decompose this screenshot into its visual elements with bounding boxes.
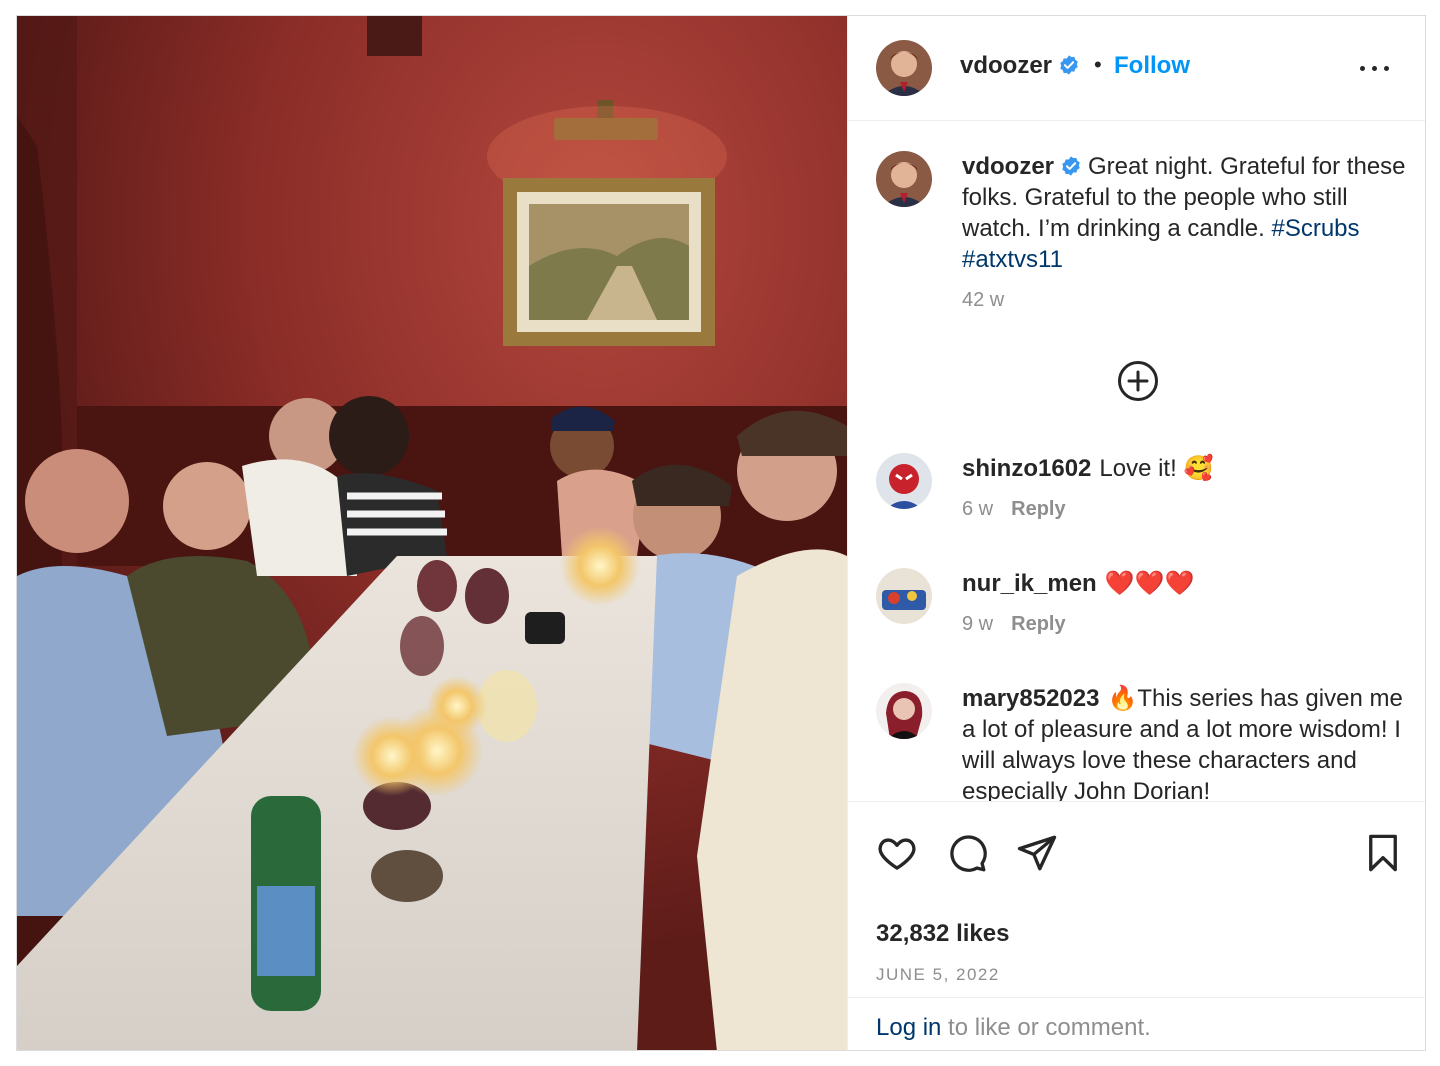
author-avatar[interactable] [876,40,932,96]
post-actions: 32,832 likes JUNE 5, 2022 Log in to like… [848,801,1425,1050]
more-options-icon[interactable] [1357,56,1393,80]
comment-age: 9 w [962,613,994,635]
commenter-avatar[interactable] [876,568,932,624]
paper-plane-icon[interactable] [1016,832,1058,874]
header-separator: • [1094,52,1102,77]
bookmark-icon[interactable] [1362,832,1404,874]
reply-button[interactable]: Reply [1011,613,1065,635]
likes-count[interactable]: 32,832 likes [876,920,1009,948]
post-side-panel: vdoozer • Follow vdoozer Great night. Gr… [847,16,1425,1050]
commenter-avatar[interactable] [876,683,932,739]
verified-badge-icon [1058,54,1080,76]
commenter-username[interactable]: nur_ik_men [962,570,1097,597]
comment-age: 6 w [962,498,994,520]
comment-meta: 9 w Reply [962,613,1406,635]
comments-list[interactable]: vdoozer Great night. Grateful for these … [848,121,1425,801]
author-username[interactable]: vdoozer [960,52,1052,79]
caption-body: vdoozer Great night. Grateful for these … [962,151,1406,311]
post-header: vdoozer • Follow [848,16,1425,121]
login-link[interactable]: Log in [876,1014,941,1041]
caption-author-avatar[interactable] [876,151,932,207]
comment-text: Love it! 🥰 [1099,455,1214,482]
plus-circle-icon[interactable] [1116,359,1160,403]
hashtag-link[interactable]: #Scrubs [1271,215,1359,242]
comment-body: mary852023 🔥This series has given me a lo… [962,683,1406,801]
caption-age: 42 w [962,289,1005,311]
login-prompt: Log in to like or comment. [848,997,1425,1050]
caption-username[interactable]: vdoozer [962,153,1054,180]
post-date: JUNE 5, 2022 [876,965,1000,984]
verified-badge-icon [1060,154,1082,176]
comment-meta: 6 w Reply [962,498,1406,520]
login-text: to like or comment. [941,1014,1151,1041]
commenter-avatar[interactable] [876,453,932,509]
header-username-wrap: vdoozer [960,52,1080,80]
comment-text: ❤️❤️❤️ [1104,570,1195,597]
heart-icon[interactable] [876,832,918,874]
commenter-username[interactable]: shinzo1602 [962,455,1091,482]
caption-meta: 42 w [962,289,1406,311]
comment-body: shinzo1602 Love it! 🥰 6 w Reply [962,453,1406,520]
comment-bubble-icon[interactable] [946,832,988,874]
commenter-username[interactable]: mary852023 [962,685,1099,712]
follow-button[interactable]: Follow [1114,52,1190,80]
post-photo [17,16,847,1050]
hashtag-link[interactable]: #atxtvs11 [962,246,1063,273]
reply-button[interactable]: Reply [1011,498,1065,520]
comment-body: nur_ik_men ❤️❤️❤️ 9 w Reply [962,568,1406,635]
instagram-post: vdoozer • Follow vdoozer Great night. Gr… [16,15,1426,1051]
